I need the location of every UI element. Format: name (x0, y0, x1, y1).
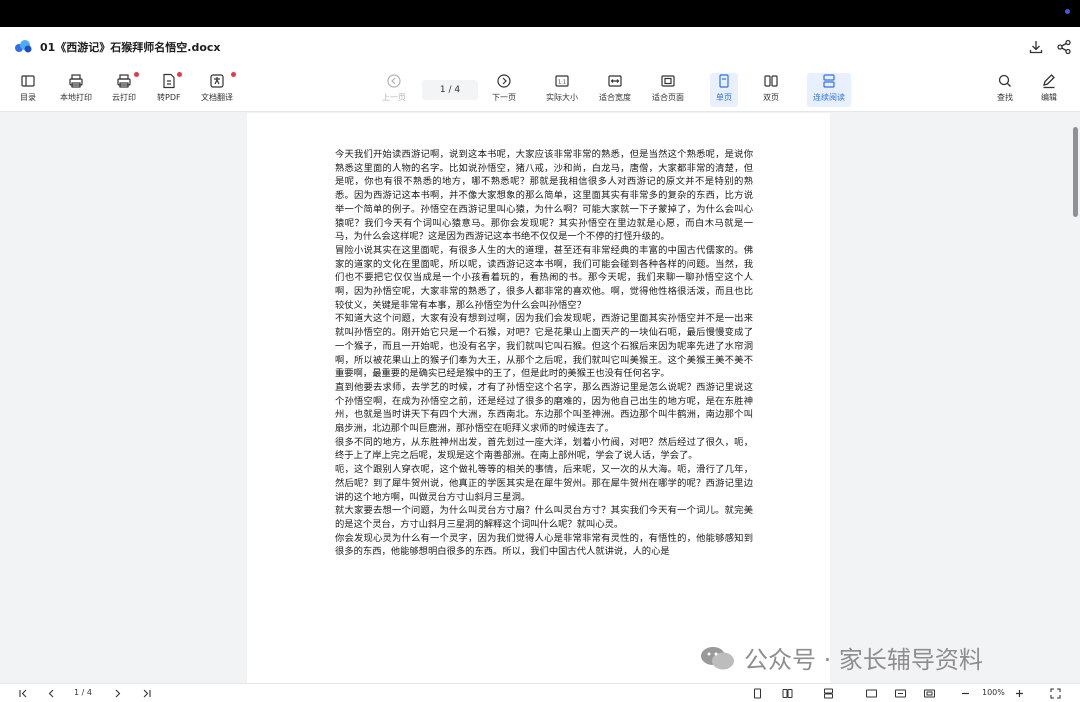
continuous-icon (823, 74, 835, 88)
share-icon[interactable] (1056, 39, 1072, 55)
local-print-label: 本地打印 (60, 93, 92, 102)
cloud-print-label: 云打印 (112, 93, 136, 102)
next-page-button[interactable]: 下一页 (492, 73, 516, 107)
paragraph: 不知道大这个问题，大家有没有想到过啊，因为我们会发现呢，西游记里面其实孙悟空并不… (335, 313, 753, 380)
paragraph: 很多不同的地方，从东胜神州出发，首先划过一座大洋，划着小竹阀，对吧？然后经过了很… (335, 436, 753, 462)
actual-size-icon: 1:1 (555, 75, 569, 87)
download-icon[interactable] (1028, 39, 1044, 55)
bottom-page-indicator[interactable]: 1 / 4 (74, 688, 92, 697)
document-body: 今天我们开始读西游记啊，说到这本书呢，大家应该非常非常的熟悉，但是当然这个熟悉呢… (335, 148, 753, 559)
translate-label: 文档翻译 (201, 93, 233, 102)
prev-page-label: 上一页 (382, 93, 406, 102)
paragraph: 你会发现心灵为什么有一个灵字，因为我们觉得人心是非常非常有灵性的，有悟性的，他能… (335, 532, 753, 558)
pdf-icon (163, 73, 175, 89)
actual-size-button[interactable]: 1:1 实际大小 (546, 73, 578, 107)
single-page-button[interactable]: 单页 (710, 73, 738, 107)
fullscreen-icon[interactable] (1050, 688, 1061, 699)
double-page-view-icon[interactable] (782, 688, 793, 699)
edit-label: 编辑 (1041, 93, 1057, 102)
toolbar: 目录 本地打印 云打印 转PDF 文档翻译 上一页 1 / 4 下一页 1:1 … (0, 67, 1080, 112)
continuous-reading-label: 连续阅读 (813, 93, 845, 102)
svg-text:1:1: 1:1 (558, 80, 566, 86)
fit-page-label: 适合页面 (652, 93, 684, 102)
zoom-in-icon[interactable] (1014, 688, 1025, 699)
to-pdf-button[interactable]: 转PDF (157, 72, 182, 107)
translate-badge (231, 72, 236, 77)
watermark: 公众号 · 家长辅导资料 (698, 640, 983, 675)
wechat-logo-icon (701, 646, 734, 669)
single-page-label: 单页 (716, 93, 732, 102)
toc-icon (21, 75, 35, 87)
arrow-left-circle-icon (387, 74, 401, 88)
search-icon (998, 74, 1011, 87)
zoom-out-icon[interactable] (960, 688, 971, 699)
double-page-icon (764, 75, 778, 87)
document-title: 01《西游记》石猴拜师名悟空.docx (40, 41, 221, 54)
paragraph: 冒险小说其实在这里面呢，有很多人生的大的道理，甚至还有非常经典的丰富的中国古代儒… (335, 244, 753, 311)
page-number-input[interactable]: 1 / 4 (422, 80, 478, 100)
paragraph: 直到他要去求师，去学艺的时候，才有了孙悟空这个名字，那么西游记里是怎么说呢？西游… (335, 381, 753, 435)
fit-width-label: 适合宽度 (599, 93, 631, 102)
search-button[interactable]: 查找 (997, 73, 1013, 107)
arrow-right-circle-icon (497, 74, 511, 88)
system-top-bar (0, 0, 1080, 27)
first-page-icon[interactable] (18, 688, 29, 699)
fit-page-icon (661, 75, 675, 87)
next-page-icon[interactable] (112, 688, 123, 699)
cloud-print-badge (134, 72, 139, 77)
cloud-print-icon (117, 74, 131, 88)
vertical-scrollbar[interactable] (1073, 127, 1078, 217)
local-print-button[interactable]: 本地打印 (60, 73, 92, 107)
single-page-icon (719, 74, 729, 88)
actual-size-label: 实际大小 (546, 93, 578, 102)
pdf-badge (177, 72, 182, 77)
cloud-logo-icon (15, 40, 32, 53)
translate-button[interactable]: 文档翻译 (201, 72, 236, 107)
bottom-bar: 1 / 4 100% (0, 683, 1080, 702)
fit-width-icon (608, 75, 622, 87)
paragraph: 就大家要去想一个问题，为什么叫灵台方寸扇？什么叫灵台方寸？其实我们今天有一个词儿… (335, 505, 753, 530)
prev-page-icon[interactable] (46, 688, 57, 699)
translate-icon (210, 74, 224, 88)
status-dot (1065, 9, 1070, 14)
fit-width-button[interactable]: 适合宽度 (599, 73, 631, 107)
double-page-label: 双页 (763, 93, 779, 102)
paragraph: 呃，这个跟别人穿衣呢，这个做礼等等的相关的事情，后来呢，又一次的从大海。呃，滑行… (335, 464, 753, 503)
toc-label: 目录 (20, 93, 36, 102)
double-page-button[interactable]: 双页 (763, 73, 779, 107)
printer-icon (69, 74, 83, 88)
fit-width-small-icon[interactable] (895, 688, 906, 699)
fit-page-button[interactable]: 适合页面 (652, 73, 684, 107)
fit-page-small-icon[interactable] (924, 688, 935, 699)
edit-button[interactable]: 编辑 (1041, 73, 1057, 107)
edit-icon (1043, 74, 1055, 89)
document-page: 今天我们开始读西游记啊，说到这本书呢，大家应该非常非常的熟悉，但是当然这个熟悉呢… (247, 113, 830, 683)
last-page-icon[interactable] (141, 688, 152, 699)
paragraph: 今天我们开始读西游记啊，说到这本书呢，大家应该非常非常的熟悉，但是当然这个熟悉呢… (335, 149, 753, 243)
title-bar: 01《西游记》石猴拜师名悟空.docx (0, 27, 1080, 67)
continuous-view-icon[interactable] (823, 688, 834, 699)
to-pdf-label: 转PDF (157, 93, 181, 102)
single-page-view-icon[interactable] (752, 688, 763, 699)
zoom-level[interactable]: 100% (982, 688, 1005, 697)
prev-page-button[interactable]: 上一页 (382, 73, 406, 107)
toc-button[interactable]: 目录 (20, 73, 36, 107)
cloud-print-button[interactable]: 云打印 (112, 72, 139, 107)
watermark-text: 公众号 · 家长辅导资料 (744, 646, 983, 674)
search-label: 查找 (997, 93, 1013, 102)
next-page-label: 下一页 (492, 93, 516, 102)
actual-size-small-icon[interactable] (866, 688, 877, 699)
document-viewer[interactable]: 今天我们开始读西游记啊，说到这本书呢，大家应该非常非常的熟悉，但是当然这个熟悉呢… (0, 113, 1080, 683)
continuous-reading-button[interactable]: 连续阅读 (807, 73, 851, 107)
